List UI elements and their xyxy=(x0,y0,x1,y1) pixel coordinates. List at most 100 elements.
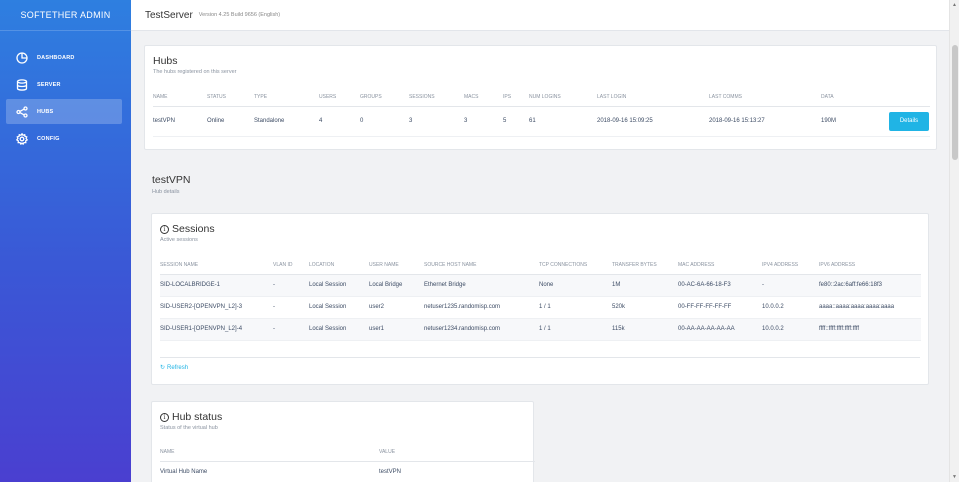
hubs-table: NAME STATUS TYPE USERS GROUPS SESSIONS M… xyxy=(153,89,930,137)
divider xyxy=(160,357,920,358)
page-scrollbar[interactable]: ▲ ▼ xyxy=(949,0,959,482)
column-header: TYPE xyxy=(254,89,319,107)
info-icon: i xyxy=(160,413,169,422)
sidebar-nav: DASHBOARD SERVER HUBS CONFIG xyxy=(0,31,131,151)
table-cell: Local Bridge xyxy=(369,274,424,297)
refresh-link[interactable]: ↻ Refresh xyxy=(160,364,189,372)
sidebar-item-config[interactable]: CONFIG xyxy=(6,126,122,151)
hub-groups-cell: 0 xyxy=(360,106,409,137)
column-header: LAST LOGIN xyxy=(597,89,709,107)
gear-icon xyxy=(16,132,28,145)
hubs-title: Hubs xyxy=(153,55,178,67)
column-header: NAME xyxy=(160,444,379,462)
hub-status-card: i Hub status Status of the virtual hub NA… xyxy=(151,401,535,482)
table-cell: - xyxy=(762,274,819,297)
table-cell: Local Session xyxy=(309,318,369,341)
hubs-subtitle: The hubs registered on this server xyxy=(153,69,237,75)
column-header: NAME xyxy=(153,89,207,107)
scroll-up-icon[interactable]: ▲ xyxy=(952,2,957,8)
details-button[interactable]: Details xyxy=(889,111,929,131)
table-cell: Ethernet Bridge xyxy=(424,274,539,297)
column-header: GROUPS xyxy=(360,89,409,107)
column-header: TCP CONNECTIONS xyxy=(539,257,612,275)
table-row[interactable]: Virtual Hub Name testVPN xyxy=(160,461,535,482)
table-row[interactable]: testVPN Online Standalone 4 0 3 3 5 61 2… xyxy=(153,106,930,137)
table-cell: 1 / 1 xyxy=(539,318,612,341)
hub-ips-cell: 5 xyxy=(503,106,529,137)
column-header: NUM LOGINS xyxy=(529,89,597,107)
table-cell: 00-AA-AA-AA-AA-AA xyxy=(678,318,762,341)
table-header-row: NAME STATUS TYPE USERS GROUPS SESSIONS M… xyxy=(153,89,930,107)
hub-section-title: testVPN xyxy=(152,174,191,186)
table-cell: 10.0.0.2 xyxy=(762,296,819,319)
table-cell: netuser1234.randomisp.com xyxy=(424,318,539,341)
sidebar-item-label: CONFIG xyxy=(37,135,60,142)
table-cell: 1M xyxy=(612,274,678,297)
column-header: STATUS xyxy=(207,89,254,107)
table-cell: 00-AC-6A-66-18-F3 xyxy=(678,274,762,297)
table-cell: 520k xyxy=(612,296,678,319)
hub-type-cell: Standalone xyxy=(254,106,319,137)
column-header: IPV6 ADDRESS xyxy=(819,257,921,275)
hub-num-logins-cell: 61 xyxy=(529,106,597,137)
sidebar-item-label: SERVER xyxy=(37,81,61,88)
table-cell: SID-USER2-[OPENVPN_L2]-3 xyxy=(160,296,273,319)
sessions-table: SESSION NAME VLAN ID LOCATION USER NAME … xyxy=(160,257,921,341)
scrollbar-thumb[interactable] xyxy=(952,45,958,160)
hub-status-cell: Online xyxy=(207,106,254,137)
column-header: TRANSFER BYTES xyxy=(612,257,678,275)
column-header: SESSION NAME xyxy=(160,257,273,275)
table-cell: - xyxy=(273,296,309,319)
database-icon xyxy=(16,78,28,91)
server-version: Version 4.25 Build 9656 (English) xyxy=(198,12,281,18)
table-cell: fe80::2ac:6aff:fe66:18f3 xyxy=(819,274,921,297)
column-header: IPV4 ADDRESS xyxy=(762,257,819,275)
column-header: DATA xyxy=(821,89,889,107)
info-icon: i xyxy=(160,225,169,234)
hub-last-login-cell: 2018-09-16 15:09:25 xyxy=(597,106,709,137)
table-cell: 10.0.0.2 xyxy=(762,318,819,341)
table-cell: SID-USER1-[OPENVPN_L2]-4 xyxy=(160,318,273,341)
sessions-card: i Sessions Active sessions SESSION NAME V… xyxy=(151,213,929,385)
table-cell: user2 xyxy=(369,296,424,319)
table-cell: - xyxy=(273,274,309,297)
column-header: VALUE xyxy=(379,444,535,462)
sessions-title-text: Sessions xyxy=(172,223,215,235)
column-header: VLAN ID xyxy=(273,257,309,275)
sidebar-item-server[interactable]: SERVER xyxy=(6,72,122,97)
table-cell: 1 / 1 xyxy=(539,296,612,319)
table-row[interactable]: SID-USER2-[OPENVPN_L2]-3 - Local Session… xyxy=(160,296,921,319)
refresh-icon: ↻ xyxy=(160,365,166,371)
table-header-row: NAME VALUE xyxy=(160,444,535,462)
table-cell: 00-FF-FF-FF-FF-FF xyxy=(678,296,762,319)
table-cell: - xyxy=(273,318,309,341)
table-cell: testVPN xyxy=(379,461,535,482)
scroll-down-icon[interactable]: ▼ xyxy=(952,474,957,480)
column-header: MACS xyxy=(464,89,503,107)
column-header: SOURCE HOST NAME xyxy=(424,257,539,275)
column-header: MAC ADDRESS xyxy=(678,257,762,275)
table-row[interactable]: SID-LOCALBRIDGE-1 - Local Session Local … xyxy=(160,274,921,297)
table-cell: Local Session xyxy=(309,296,369,319)
column-header: LOCATION xyxy=(309,257,369,275)
hubs-card: Hubs The hubs registered on this server … xyxy=(144,45,937,150)
hub-status-title-text: Hub status xyxy=(172,411,223,423)
table-cell: SID-LOCALBRIDGE-1 xyxy=(160,274,273,297)
table-cell: user1 xyxy=(369,318,424,341)
hub-section-subtitle: Hub details xyxy=(152,189,180,195)
hub-status-table: NAME VALUE Virtual Hub Name testVPN xyxy=(160,444,535,482)
sidebar-item-dashboard[interactable]: DASHBOARD xyxy=(6,45,122,70)
hub-action-cell: Details xyxy=(889,106,930,137)
column-header: IPS xyxy=(503,89,529,107)
sidebar-item-hubs[interactable]: HUBS xyxy=(6,99,122,124)
hub-macs-cell: 3 xyxy=(464,106,503,137)
refresh-label: Refresh xyxy=(167,364,189,371)
table-cell: None xyxy=(539,274,612,297)
dashboard-icon xyxy=(16,51,28,64)
hub-data-cell: 190M xyxy=(821,106,889,137)
table-row[interactable]: SID-USER1-[OPENVPN_L2]-4 - Local Session… xyxy=(160,318,921,341)
hub-status-subtitle: Status of the virtual hub xyxy=(160,425,218,431)
brand-title: SOFTETHER ADMIN xyxy=(0,0,131,31)
sidebar-item-label: HUBS xyxy=(37,108,54,115)
hub-users-cell: 4 xyxy=(319,106,360,137)
